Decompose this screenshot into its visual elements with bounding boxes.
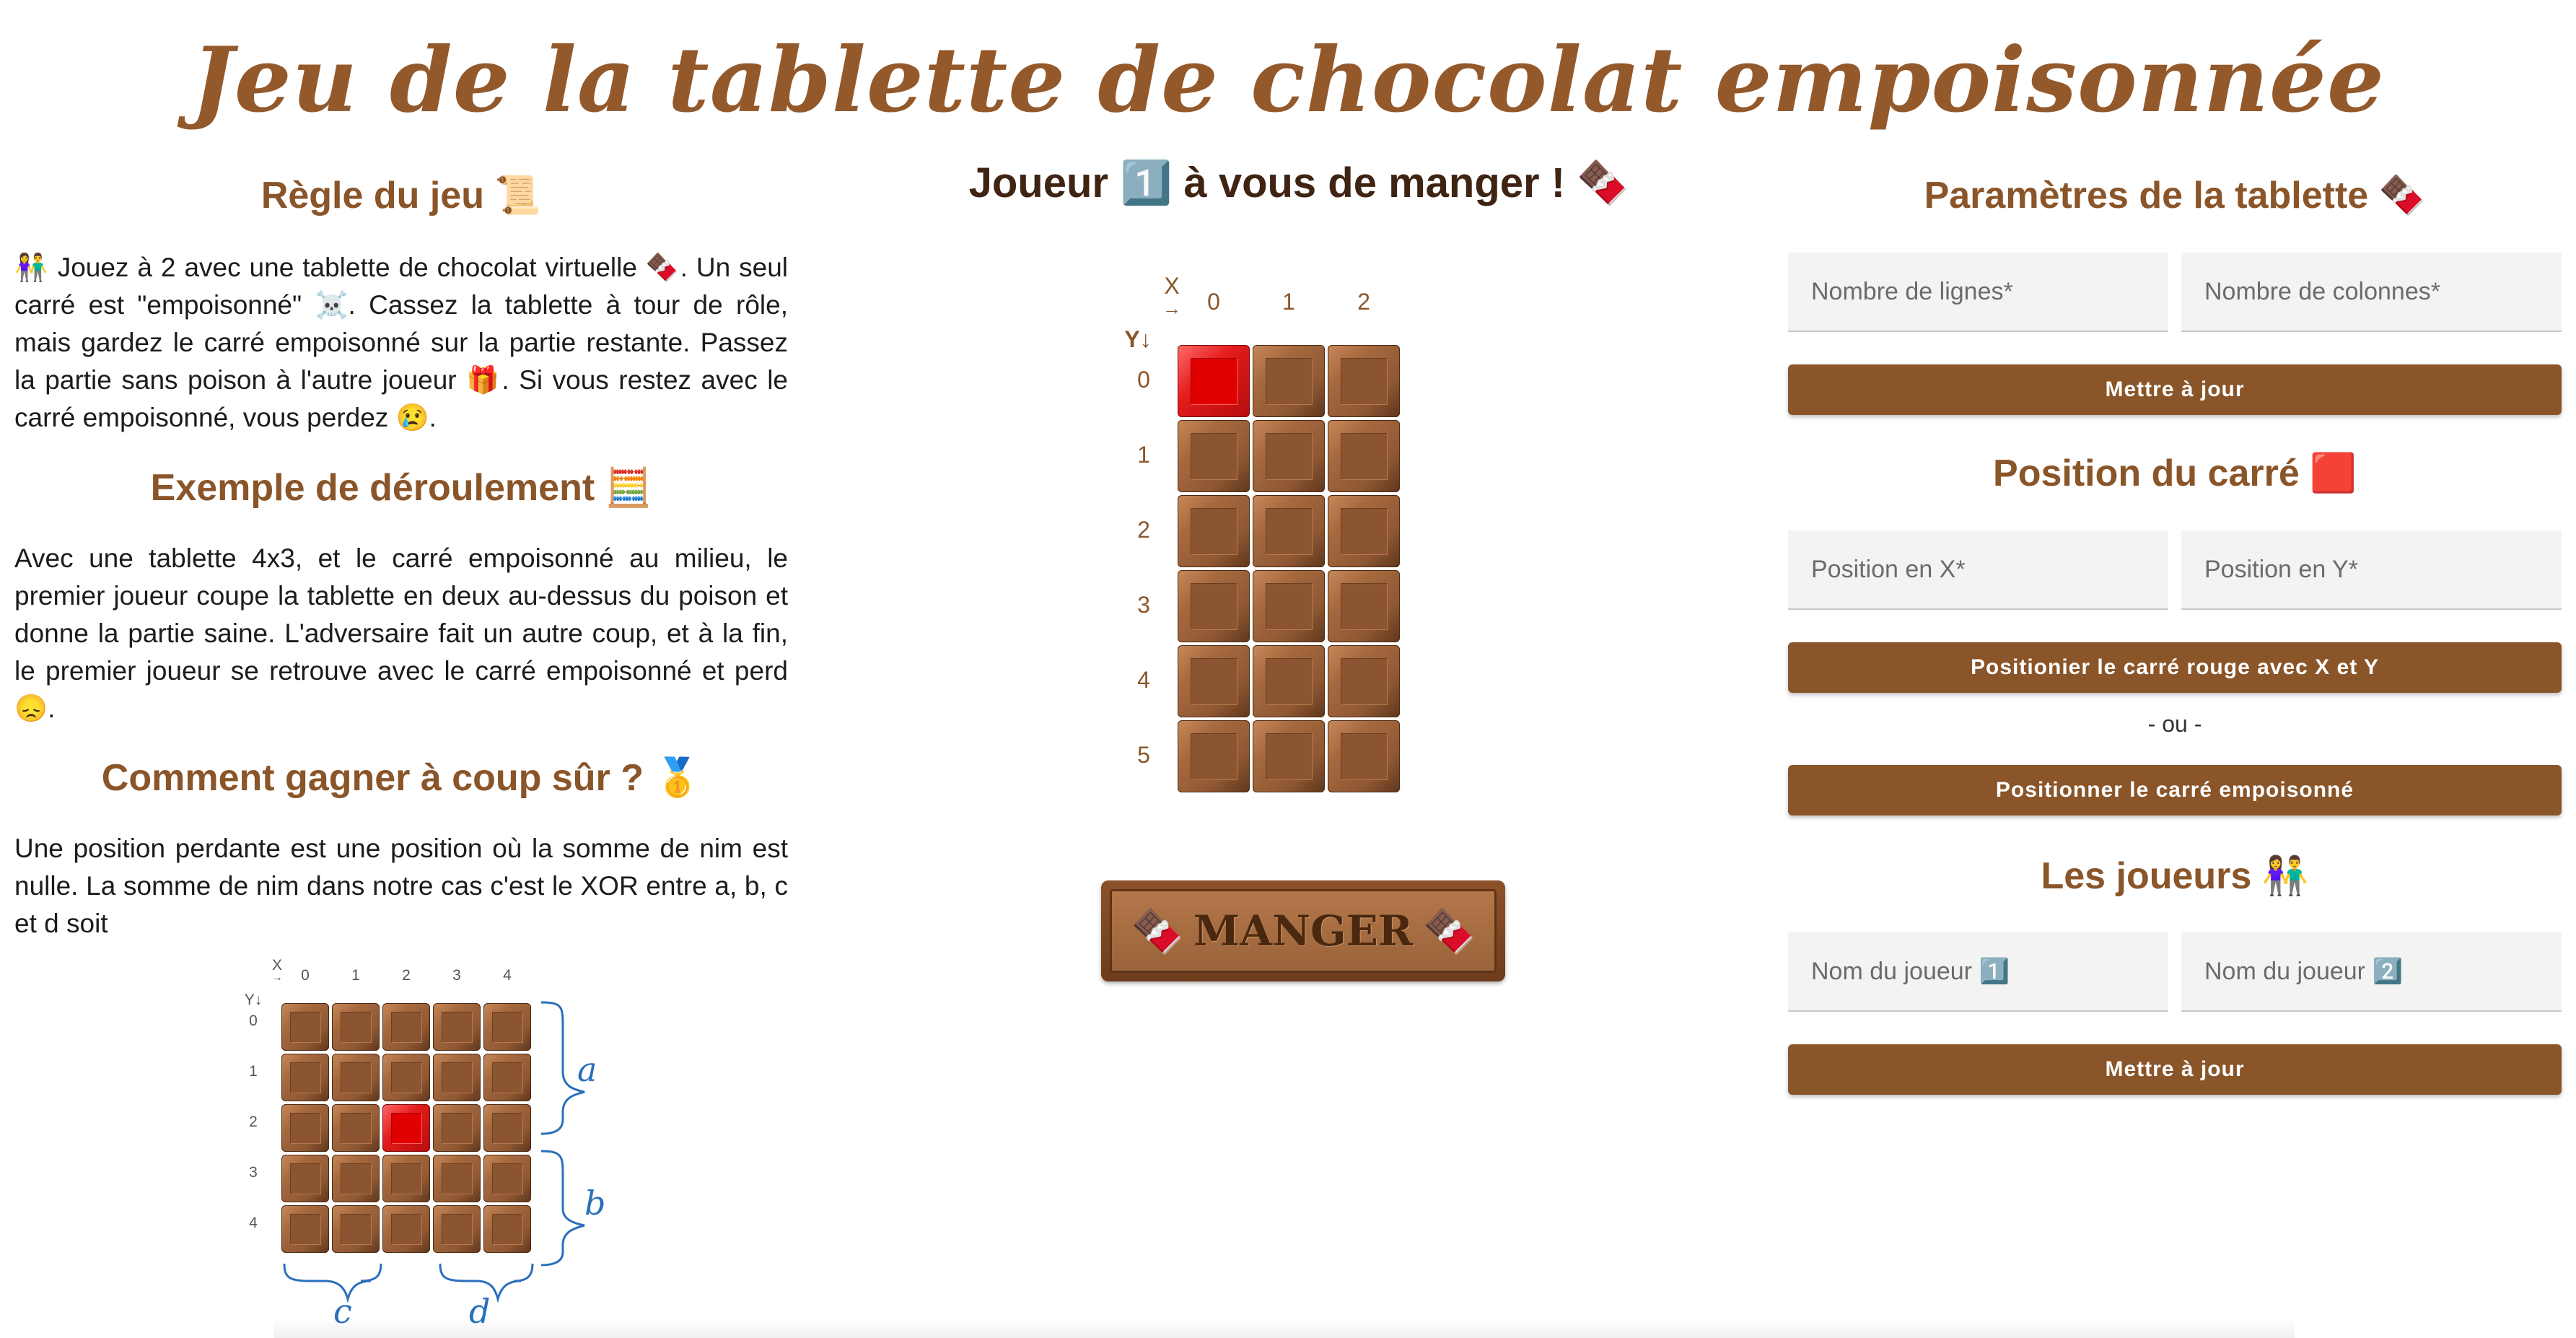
diagram-square [382, 1054, 430, 1101]
diagram-row-label: 4 [249, 1215, 258, 1231]
diagram-square [483, 1205, 531, 1253]
board-square[interactable] [1253, 420, 1325, 492]
diagram-square [281, 1104, 329, 1152]
board-square[interactable] [1253, 495, 1325, 567]
settings-heading: Paramètres de la tablette 🍫 [1924, 175, 2426, 217]
diagram-grid [281, 1003, 531, 1253]
player2-input[interactable] [2181, 932, 2562, 1012]
diagram-square [433, 1205, 481, 1253]
set-red-square-button[interactable]: Positionier le carré rouge avec X et Y [1788, 642, 2562, 693]
position-heading: Position du carré 🟥 [1993, 452, 2357, 494]
diagram-col-label: 2 [402, 967, 411, 984]
board-square[interactable] [1328, 570, 1400, 642]
diagram-row-label: 1 [249, 1063, 258, 1080]
page-title: Jeu de la tablette de chocolat empoisonn… [191, 28, 2385, 133]
board-square[interactable] [1253, 720, 1325, 792]
board-row-label: 0 [1137, 367, 1150, 393]
diagram-square [332, 1003, 380, 1051]
example-heading: Exemple de déroulement 🧮 [150, 467, 652, 509]
eat-button-face: 🍫 MANGER 🍫 [1110, 889, 1497, 973]
diagram-col-label: 1 [351, 967, 360, 984]
label-b: b [584, 1184, 606, 1223]
chocolate-icon: 🍫 [1423, 906, 1476, 956]
board-square[interactable] [1178, 720, 1250, 792]
chocolate-icon: 🍫 [1131, 906, 1183, 956]
or-separator: - ou - [2147, 711, 2202, 737]
board-square[interactable] [1253, 345, 1325, 417]
board-square[interactable] [1253, 645, 1325, 717]
diagram-col-label: 4 [503, 967, 512, 984]
label-a: a [577, 1050, 597, 1089]
players-heading: Les joueurs 👫 [2041, 855, 2309, 897]
board-row-label: 2 [1137, 517, 1150, 543]
y-position-input[interactable] [2181, 530, 2562, 610]
diagram-square [433, 1003, 481, 1051]
diagram-square [332, 1205, 380, 1253]
board-square[interactable] [1178, 570, 1250, 642]
strategy-text: Une position perdante est une position o… [14, 834, 788, 938]
eat-button-label: MANGER [1193, 906, 1414, 956]
board-poison-square[interactable] [1178, 345, 1250, 417]
bottom-shadow [274, 1318, 2295, 1338]
diagram-square [382, 1205, 430, 1253]
diagram-square [332, 1155, 380, 1202]
diagram-row-label: 0 [249, 1013, 258, 1029]
board-square[interactable] [1328, 345, 1400, 417]
board-square[interactable] [1178, 495, 1250, 567]
update-dimensions-button[interactable]: Mettre à jour [1788, 364, 2562, 415]
diagram-row-label: 3 [249, 1164, 258, 1181]
rules-heading: Règle du jeu 📜 [260, 175, 542, 217]
update-players-button[interactable]: Mettre à jour [1788, 1044, 2562, 1095]
diagram-braces [540, 1001, 585, 1267]
board-row-label: 4 [1137, 667, 1150, 693]
board-col-label: 1 [1282, 289, 1295, 315]
diagram-square [433, 1054, 481, 1101]
diagram-square [433, 1155, 481, 1202]
diagram-square [382, 1155, 430, 1202]
board-col-label: 0 [1207, 289, 1220, 315]
board-square[interactable] [1328, 420, 1400, 492]
board-grid [1178, 345, 1400, 792]
x-position-input[interactable] [1788, 530, 2168, 610]
board-square[interactable] [1253, 570, 1325, 642]
diagram-square [433, 1104, 481, 1152]
diagram-y-label: Y↓ [244, 992, 263, 1008]
diagram-square [281, 1155, 329, 1202]
board-y-label: Y↓ [1124, 326, 1152, 352]
diagram-square [281, 1205, 329, 1253]
board-square[interactable] [1328, 645, 1400, 717]
example-text: Avec une tablette 4x3, et le carré empoi… [14, 543, 788, 723]
board-row-label: 1 [1137, 442, 1150, 468]
board-square[interactable] [1328, 720, 1400, 792]
diagram-poison-square [382, 1104, 430, 1152]
board-square[interactable] [1178, 645, 1250, 717]
diagram-square [483, 1003, 531, 1051]
board-col-label: 2 [1357, 289, 1370, 315]
diagram-square [483, 1155, 531, 1202]
diagram-bottom-braces [283, 1263, 534, 1303]
strategy-heading: Comment gagner à coup sûr ? 🥇 [101, 757, 701, 799]
board-row-label: 3 [1137, 592, 1150, 618]
set-poison-button[interactable]: Positionner le carré empoisonné [1788, 765, 2562, 816]
diagram-row-label: 2 [249, 1114, 258, 1130]
board-square[interactable] [1178, 420, 1250, 492]
board-row-label: 5 [1137, 742, 1150, 768]
diagram-square [281, 1003, 329, 1051]
player1-input[interactable] [1788, 932, 2168, 1012]
diagram-square [382, 1003, 430, 1051]
eat-button[interactable]: 🍫 MANGER 🍫 [1101, 880, 1505, 981]
rows-input[interactable] [1788, 253, 2168, 332]
diagram-square [332, 1104, 380, 1152]
board-square[interactable] [1328, 495, 1400, 567]
diagram-square [483, 1104, 531, 1152]
turn-heading: Joueur 1️⃣ à vous de manger ! 🍫 [968, 159, 1629, 206]
cols-input[interactable] [2181, 253, 2562, 332]
diagram-col-label: 0 [301, 967, 310, 984]
diagram-col-label: 3 [452, 967, 461, 984]
rules-text: 👫 Jouez à 2 avec une tablette de chocola… [14, 253, 788, 432]
diagram-square [483, 1054, 531, 1101]
diagram-square [281, 1054, 329, 1101]
diagram-square [332, 1054, 380, 1101]
